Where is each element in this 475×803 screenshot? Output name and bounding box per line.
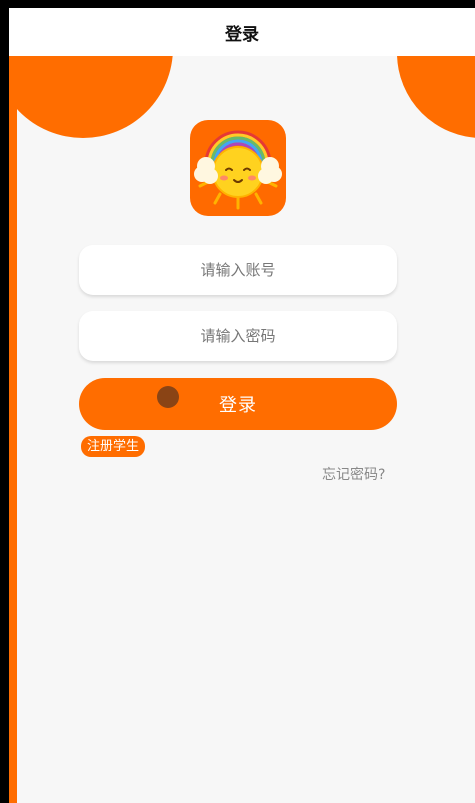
account-input[interactable] bbox=[79, 260, 397, 280]
password-field[interactable] bbox=[79, 311, 397, 361]
sun-with-headphones-icon bbox=[194, 130, 282, 210]
account-field[interactable] bbox=[79, 245, 397, 295]
password-input[interactable] bbox=[79, 326, 397, 346]
decor-corner-right bbox=[397, 56, 475, 138]
title-bar: 登录 bbox=[9, 8, 475, 56]
touch-indicator bbox=[157, 386, 179, 408]
register-student-link[interactable]: 注册学生 bbox=[81, 436, 146, 457]
decor-corner-left bbox=[9, 56, 173, 138]
app-logo bbox=[190, 120, 286, 216]
forgot-password-link[interactable]: 忘记密码? bbox=[322, 464, 385, 484]
page-title: 登录 bbox=[225, 24, 259, 45]
login-button[interactable]: 登录 bbox=[79, 378, 397, 430]
device-frame: 登录 请输入账号 登录 注册学生 忘记密码? bbox=[0, 0, 475, 803]
login-button-label: 登录 bbox=[219, 395, 257, 416]
